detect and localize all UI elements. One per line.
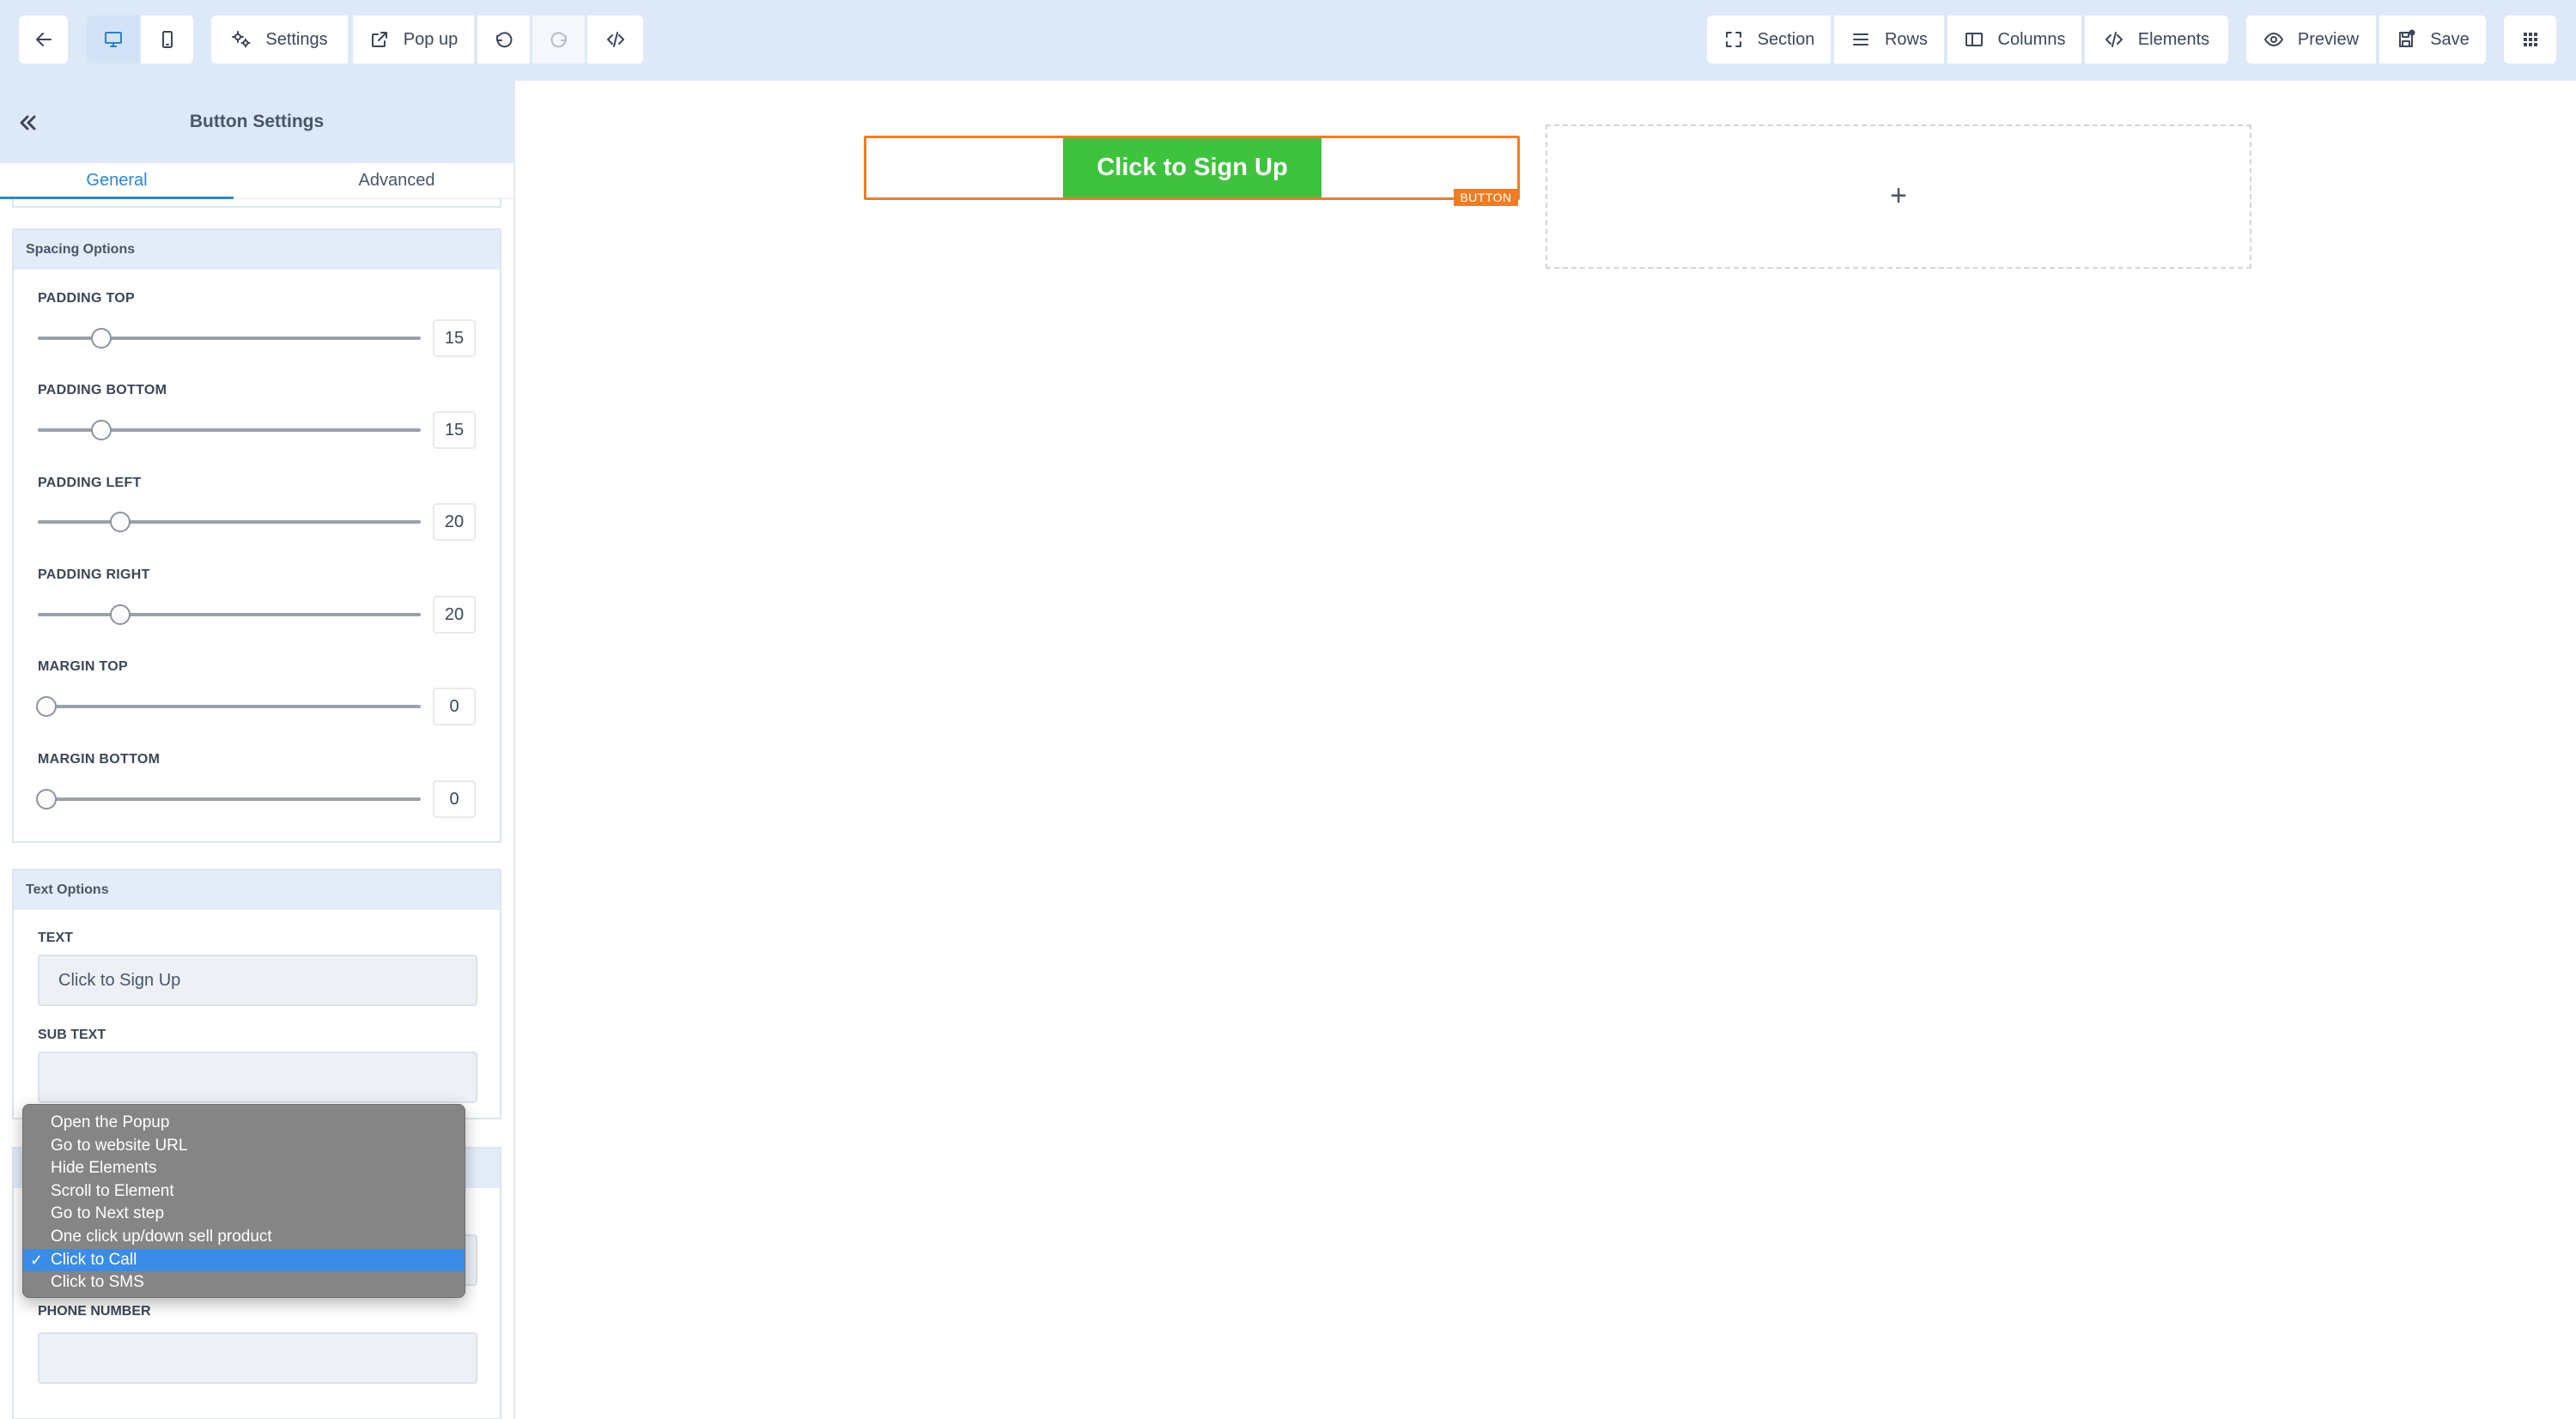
phone-number-label: PHONE NUMBER: [38, 1304, 151, 1319]
popup-button[interactable]: Pop up: [353, 15, 475, 64]
elements-label: Elements: [2137, 29, 2210, 49]
panel-header: Button Settings: [0, 81, 513, 163]
code-button[interactable]: [587, 15, 644, 64]
text-field-label: TEXT: [38, 931, 73, 945]
padding-left-slider-handle[interactable]: [110, 512, 131, 532]
settings-label: Settings: [265, 29, 328, 49]
arrow-left-icon: [35, 33, 52, 46]
phone-number-input[interactable]: [38, 1332, 477, 1384]
tab-general[interactable]: General: [0, 163, 234, 199]
text-options-header: Text Options: [14, 870, 500, 910]
popup-label: Pop up: [403, 29, 459, 49]
undo-button[interactable]: [477, 15, 531, 64]
rows-button[interactable]: Rows: [1834, 15, 1945, 64]
padding-bottom-slider-handle[interactable]: [91, 420, 112, 440]
top-toolbar: Settings Pop up Section Rows Columns Ele…: [0, 0, 2576, 81]
mobile-icon: [161, 31, 173, 48]
tab-advanced[interactable]: Advanced: [280, 163, 513, 199]
sub-text-field-label: SUB TEXT: [38, 1028, 106, 1042]
margin-top-slider[interactable]: [38, 705, 421, 708]
margin-top-value[interactable]: 0: [433, 688, 476, 725]
padding-right-slider-handle[interactable]: [110, 604, 131, 625]
dropdown-option-click-to-sms[interactable]: Click to SMS: [23, 1271, 465, 1295]
section-label: Section: [1757, 29, 1815, 49]
padding-top-label: PADDING TOP: [38, 291, 135, 306]
margin-bottom-slider[interactable]: [38, 797, 421, 801]
dropdown-option-hide-elements[interactable]: Hide Elements: [23, 1157, 465, 1180]
rows-icon: [1852, 33, 1868, 45]
padding-bottom-label: PADDING BOTTOM: [38, 383, 167, 397]
padding-right-label: PADDING RIGHT: [38, 567, 150, 582]
section-button[interactable]: Section: [1707, 15, 1832, 64]
save-button[interactable]: Save: [2379, 15, 2487, 64]
margin-bottom-label: MARGIN BOTTOM: [38, 752, 161, 767]
desktop-view-button[interactable]: [87, 15, 140, 64]
margin-top-label: MARGIN TOP: [38, 659, 128, 674]
redo-button[interactable]: [532, 15, 586, 64]
dropdown-option-website-url[interactable]: Go to website URL: [23, 1135, 465, 1158]
spacing-options-header: Spacing Options: [14, 230, 500, 270]
elements-button[interactable]: Elements: [2085, 15, 2229, 64]
mobile-view-button[interactable]: [141, 15, 194, 64]
columns-label: Columns: [1997, 29, 2066, 49]
grid-icon: [2523, 33, 2537, 46]
redo-icon: [550, 32, 567, 48]
padding-left-value[interactable]: 20: [433, 503, 476, 541]
button-element-tag: BUTTON: [1454, 189, 1518, 206]
add-element-plus-icon[interactable]: +: [1547, 126, 2250, 267]
dropdown-option-next-step[interactable]: Go to Next step: [23, 1203, 465, 1226]
dropdown-option-open-popup[interactable]: Open the Popup: [23, 1112, 465, 1135]
rows-label: Rows: [1884, 29, 1928, 49]
save-icon: [2399, 29, 2415, 47]
padding-bottom-value[interactable]: 15: [433, 411, 476, 449]
eye-icon: [2263, 33, 2283, 46]
spacing-options-box: Spacing Options: [12, 228, 501, 843]
dropdown-option-click-to-call-label: Click to Call: [51, 1250, 137, 1269]
panel-tabs: General Advanced: [0, 163, 513, 199]
padding-top-slider-handle[interactable]: [91, 328, 112, 349]
expand-icon: [1725, 32, 1741, 47]
action-dropdown-menu: Open the Popup Go to website URL Hide El…: [22, 1104, 465, 1298]
external-link-icon: [371, 32, 387, 47]
sign-up-button[interactable]: Click to Sign Up: [1063, 138, 1321, 197]
back-button[interactable]: [19, 15, 69, 64]
undo-icon: [495, 32, 512, 48]
padding-right-slider[interactable]: [38, 613, 421, 616]
panel-title: Button Settings: [189, 112, 325, 131]
preview-button[interactable]: Preview: [2246, 15, 2377, 64]
margin-top-slider-handle[interactable]: [36, 696, 57, 717]
code-icon: [2105, 32, 2123, 47]
empty-column-dropzone[interactable]: +: [1546, 124, 2251, 269]
sub-text-input[interactable]: [38, 1052, 477, 1103]
desktop-icon: [104, 32, 122, 47]
previous-box-edge: [12, 199, 501, 208]
padding-top-value[interactable]: 15: [433, 319, 476, 357]
button-text-input[interactable]: Click to Sign Up: [38, 955, 477, 1006]
dropdown-option-scroll-to-element[interactable]: Scroll to Element: [23, 1180, 465, 1204]
apps-grid-button[interactable]: [2504, 15, 2557, 64]
columns-icon: [1965, 33, 1983, 46]
padding-right-value[interactable]: 20: [433, 596, 476, 634]
margin-bottom-value[interactable]: 0: [433, 780, 476, 818]
code-icon: [606, 32, 624, 47]
gears-icon: [232, 31, 251, 48]
columns-button[interactable]: Columns: [1947, 15, 2082, 64]
preview-label: Preview: [2297, 29, 2360, 49]
padding-left-slider[interactable]: [38, 520, 421, 524]
dropdown-option-upsell-product[interactable]: One click up/down sell product: [23, 1226, 465, 1249]
checkmark-icon: ✓: [30, 1251, 44, 1269]
save-label: Save: [2430, 29, 2470, 49]
settings-button[interactable]: Settings: [211, 15, 349, 64]
padding-left-label: PADDING LEFT: [38, 476, 142, 490]
dropdown-option-click-to-call[interactable]: ✓ Click to Call: [23, 1248, 465, 1272]
margin-bottom-slider-handle[interactable]: [36, 789, 57, 810]
